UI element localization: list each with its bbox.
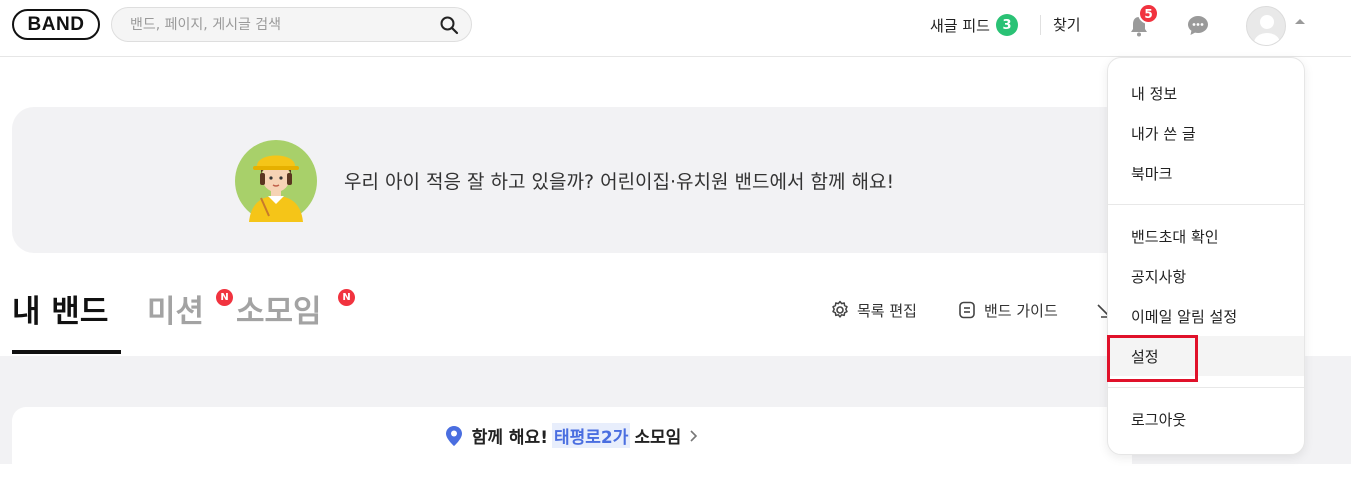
suggestion-prefix: 함께 해요! [471, 428, 548, 448]
child-illustration [235, 140, 317, 222]
search-box [111, 7, 472, 42]
menu-divider [1108, 387, 1304, 388]
mission-new-badge: N [216, 289, 233, 306]
chevron-right-icon [690, 429, 698, 442]
menu-band-invitations[interactable]: 밴드초대 확인 [1108, 216, 1304, 256]
document-icon [959, 301, 975, 319]
banner-text: 우리 아이 적응 잘 하고 있을까? 어린이집·유치원 밴드에서 함께 해요! [344, 171, 895, 193]
notification-badge: 5 [1138, 3, 1159, 24]
menu-divider [1108, 204, 1304, 205]
top-bar: BAND 새글 피드 3 찾기 5 [0, 0, 1351, 57]
menu-my-info[interactable]: 내 정보 [1108, 73, 1304, 113]
find-link[interactable]: 찾기 [1053, 14, 1081, 35]
chat-icon[interactable] [1186, 14, 1210, 38]
menu-logout[interactable]: 로그아웃 [1108, 399, 1304, 439]
menu-bookmark[interactable]: 북마크 [1108, 153, 1304, 193]
search-input[interactable] [130, 8, 430, 41]
band-guide-button[interactable]: 밴드 가이드 [957, 298, 1058, 322]
caret-up-icon[interactable] [1295, 19, 1305, 24]
edit-list-label: 목록 편집 [857, 301, 917, 320]
location-link[interactable]: 태평로2가 [551, 423, 631, 448]
tab-small-group[interactable]: 소모임 [236, 286, 322, 331]
band-logo[interactable]: BAND [12, 9, 100, 40]
active-tab-underline [12, 350, 121, 354]
profile-dropdown-menu: 내 정보 내가 쓴 글 북마크 밴드초대 확인 공지사항 이메일 알림 설정 설… [1107, 57, 1305, 455]
suggestion-suffix: 소모임 [634, 428, 682, 448]
small-group-new-badge: N [338, 289, 355, 306]
menu-email-notification-settings[interactable]: 이메일 알림 설정 [1108, 296, 1304, 336]
settings-highlight-box [1107, 335, 1198, 382]
small-group-suggestion-card[interactable]: 함께 해요! 태평로2가 소모임 [12, 407, 1132, 477]
edit-list-button[interactable]: 목록 편집 [830, 298, 917, 322]
feed-count-badge: 3 [995, 14, 1018, 36]
menu-notices[interactable]: 공지사항 [1108, 256, 1304, 296]
search-icon[interactable] [439, 15, 459, 35]
tab-my-band[interactable]: 내 밴드 [12, 286, 108, 331]
tab-mission[interactable]: 미션 [147, 286, 204, 331]
feed-label: 새글 피드 [930, 16, 990, 35]
promo-banner[interactable]: 우리 아이 적응 잘 하고 있을까? 어린이집·유치원 밴드에서 함께 해요! [12, 107, 1132, 253]
location-pin-icon [445, 425, 462, 446]
logo-text: BAND [27, 13, 85, 35]
gear-icon [832, 300, 848, 318]
header-divider [1040, 15, 1041, 35]
default-avatar-icon [1254, 15, 1280, 45]
suggestion-line: 함께 해요! 태평로2가 소모임 [12, 407, 1132, 464]
menu-my-posts[interactable]: 내가 쓴 글 [1108, 113, 1304, 153]
profile-avatar[interactable] [1246, 6, 1286, 46]
new-post-feed-link[interactable]: 새글 피드 3 [930, 14, 1018, 36]
band-guide-label: 밴드 가이드 [984, 301, 1058, 320]
